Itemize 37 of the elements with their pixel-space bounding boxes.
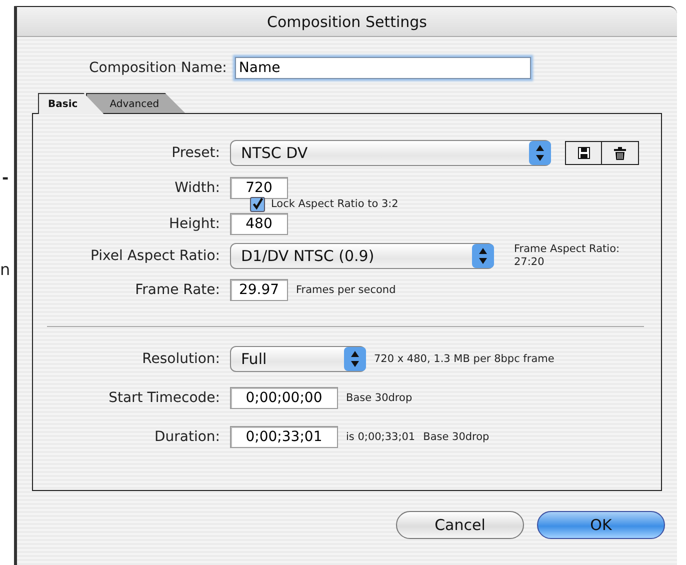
stepper-icon bbox=[529, 140, 551, 166]
field-label: Preset: bbox=[170, 144, 220, 163]
frame-aspect-ratio-text: Frame Aspect Ratio: 27:20 bbox=[514, 243, 621, 269]
field-label: Resolution: bbox=[141, 351, 220, 367]
field-note: Base 30drop bbox=[346, 392, 412, 404]
cancel-button[interactable]: Cancel bbox=[396, 511, 524, 539]
height-field[interactable]: 480 bbox=[230, 213, 288, 235]
field-label: Height: bbox=[168, 216, 220, 232]
background-text: n bbox=[0, 260, 10, 279]
field-label: Composition Name: bbox=[89, 60, 227, 76]
delete-button[interactable] bbox=[602, 141, 639, 165]
pixel-aspect-ratio-popup[interactable]: D1/DV NTSC (0.9) bbox=[230, 243, 494, 269]
ok-button[interactable]: OK bbox=[537, 511, 665, 539]
stepper-icon bbox=[344, 346, 366, 372]
resolution-popup[interactable]: Full bbox=[230, 346, 366, 372]
tab[interactable]: Advanced bbox=[86, 93, 186, 113]
field-note: Base 30drop bbox=[423, 431, 490, 443]
composition-name-field[interactable]: Name bbox=[234, 57, 531, 79]
frame-rate-field[interactable]: 29.97 bbox=[230, 279, 288, 301]
field-label: Duration: bbox=[153, 429, 220, 445]
background-text: - bbox=[2, 168, 9, 187]
width-field[interactable]: 720 bbox=[230, 177, 288, 199]
save-button[interactable] bbox=[565, 141, 602, 165]
field-note: is 0;00;33;01 bbox=[346, 431, 416, 443]
field-label: Start Timecode: bbox=[108, 390, 220, 406]
field-label: Frame Rate: bbox=[134, 282, 220, 298]
duration-field[interactable]: 0;00;33;01 bbox=[230, 426, 338, 448]
trash-icon bbox=[614, 146, 626, 160]
field-note: 720 x 480, 1.3 MB per 8bpc frame bbox=[374, 353, 554, 365]
field-label: Pixel Aspect Ratio: bbox=[90, 248, 220, 264]
checkbox-label: Lock Aspect Ratio to 3:2 bbox=[271, 198, 398, 210]
window-title: Composition Settings bbox=[267, 12, 427, 30]
field-note: Frames per second bbox=[296, 284, 396, 296]
field-label: Width: bbox=[174, 180, 220, 196]
preset-popup[interactable]: NTSC DV bbox=[230, 140, 551, 166]
stepper-icon bbox=[472, 243, 494, 269]
start-timecode-field[interactable]: 0;00;00;00 bbox=[230, 387, 338, 409]
